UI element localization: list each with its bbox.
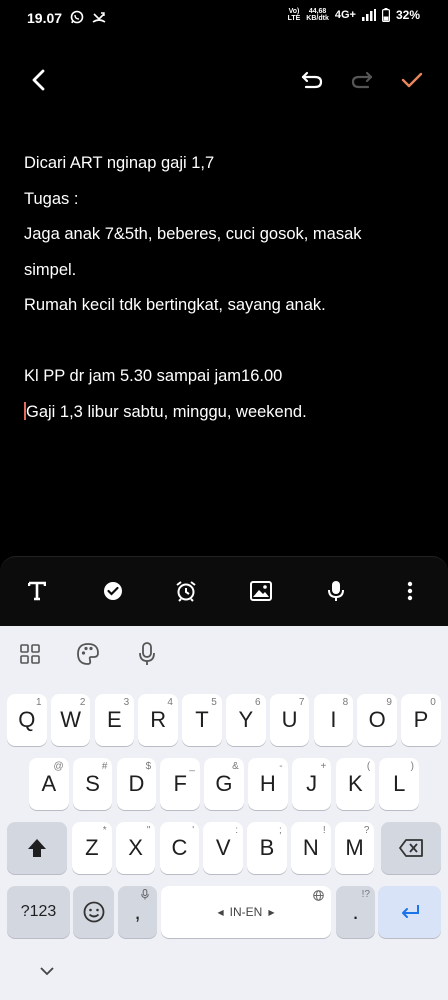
note-line: Rumah kecil tdk bertingkat, sayang anak. [24,296,326,314]
backspace-key[interactable] [381,822,441,874]
note-line: Jaga anak 7&5th, beberes, cuci gosok, ma… [24,225,362,243]
save-button[interactable] [396,64,428,96]
redo-button[interactable] [346,64,378,96]
undo-icon [301,71,323,89]
key-v[interactable]: V: [203,822,243,874]
enter-key[interactable] [378,886,441,938]
missed-call-icon [92,12,106,23]
key-x[interactable]: X " [115,822,156,874]
check-circle-icon [104,582,122,600]
key-w[interactable]: W2 [50,694,91,746]
key-j[interactable]: J + [291,758,332,810]
battery-level: 32% [395,8,420,22]
undo-button[interactable] [296,64,328,96]
more-vertical-icon [407,581,413,601]
note-line: simpel. [24,260,77,279]
microphone-icon [328,581,344,601]
note-line: Kl PP dr jam 5.30 sampai jam16.00 [24,367,283,385]
key-m[interactable]: M? [334,822,375,874]
redo-icon [351,71,373,89]
chevron-right-icon: ▶ [268,907,275,917]
key-k[interactable]: K( [335,758,376,810]
network-type: 4G+ [334,9,356,21]
formatting-toolbar [0,556,448,627]
network-speed: 44,68 KB/dtk [306,8,329,22]
key-n[interactable]: N! [291,822,331,874]
back-button[interactable] [22,64,54,96]
signal-icon [361,9,376,21]
key-q[interactable]: Q1 [7,694,47,746]
more-options-button[interactable] [396,577,424,605]
checklist-button[interactable] [99,577,127,605]
back-arrow-icon [32,69,45,91]
text-format-button[interactable] [23,577,51,605]
key-a[interactable]: A @ [29,758,69,810]
emoji-icon [83,901,104,923]
keyboard: ?123 , ◀ IN-EN ▶ . !? Q1W2E3R4T5Y6U7I8O9… [0,626,448,1000]
key-z[interactable]: Z * [72,822,112,874]
chevron-left-icon: ◀ [217,907,224,917]
key-t[interactable]: T5 [182,694,222,746]
keyboard-voice-button[interactable] [138,642,156,671]
key-h[interactable]: H- [248,758,288,810]
keyboard-apps-button[interactable] [20,644,40,669]
microphone-icon [139,642,155,665]
key-g[interactable]: G & [204,758,244,810]
reminder-button[interactable] [172,577,200,605]
space-key[interactable]: ◀ IN-EN ▶ [161,886,331,938]
voice-input-button[interactable] [322,577,350,605]
symbols-key[interactable]: ?123 [7,886,70,938]
app-bar [0,56,448,104]
volte-indicator: Vo) LTE [287,8,301,22]
globe-icon [313,890,324,901]
key-u[interactable]: U7 [269,694,310,746]
alarm-clock-icon [176,581,196,602]
checkmark-icon [401,72,423,88]
status-time: 19.07 [27,10,63,26]
image-icon [250,581,272,601]
enter-icon [401,905,419,918]
note-line: Tugas : [24,189,79,208]
note-text-area[interactable]: Dicari ART nginap gaji 1,7 Tugas : Jaga … [24,146,424,430]
image-button[interactable] [247,577,275,605]
key-s[interactable]: S # [72,758,113,810]
note-line-with-cursor: Gaji 1,3 libur sabtu, minggu, weekend. [24,401,307,421]
period-key[interactable]: . !? [336,886,375,938]
battery-icon [381,8,390,22]
key-i[interactable]: I8 [313,694,354,746]
key-f[interactable]: F _ [160,758,200,810]
key-e[interactable]: E3 [94,694,135,746]
key-o[interactable]: O9 [357,694,397,746]
emoji-key[interactable] [73,886,114,938]
microphone-icon [141,889,149,900]
chevron-down-icon [40,967,54,976]
note-line [24,324,424,360]
whatsapp-icon [70,10,84,24]
key-d[interactable]: D $ [116,758,157,810]
comma-key[interactable]: , [118,886,157,938]
keyboard-theme-button[interactable] [76,642,100,671]
keyboard-suggestion-bar [0,626,448,682]
status-bar: 19.07 Vo) LTE 44,68 KB/dtk 4G+ 32% [0,0,448,36]
shift-key[interactable] [7,822,67,874]
key-c[interactable]: C ' [159,822,200,874]
key-p[interactable]: P0 [401,694,441,746]
key-y[interactable]: Y6 [226,694,266,746]
key-b[interactable]: B; [247,822,287,874]
text-format-icon [28,581,46,601]
grid-icon [20,644,40,664]
key-l[interactable]: L) [379,758,419,810]
hide-keyboard-button[interactable] [39,963,55,981]
key-r[interactable]: R4 [138,694,178,746]
note-line: Dicari ART nginap gaji 1,7 [24,154,215,172]
palette-icon [77,643,99,665]
backspace-icon [399,839,423,857]
shift-arrow-icon [28,839,46,857]
